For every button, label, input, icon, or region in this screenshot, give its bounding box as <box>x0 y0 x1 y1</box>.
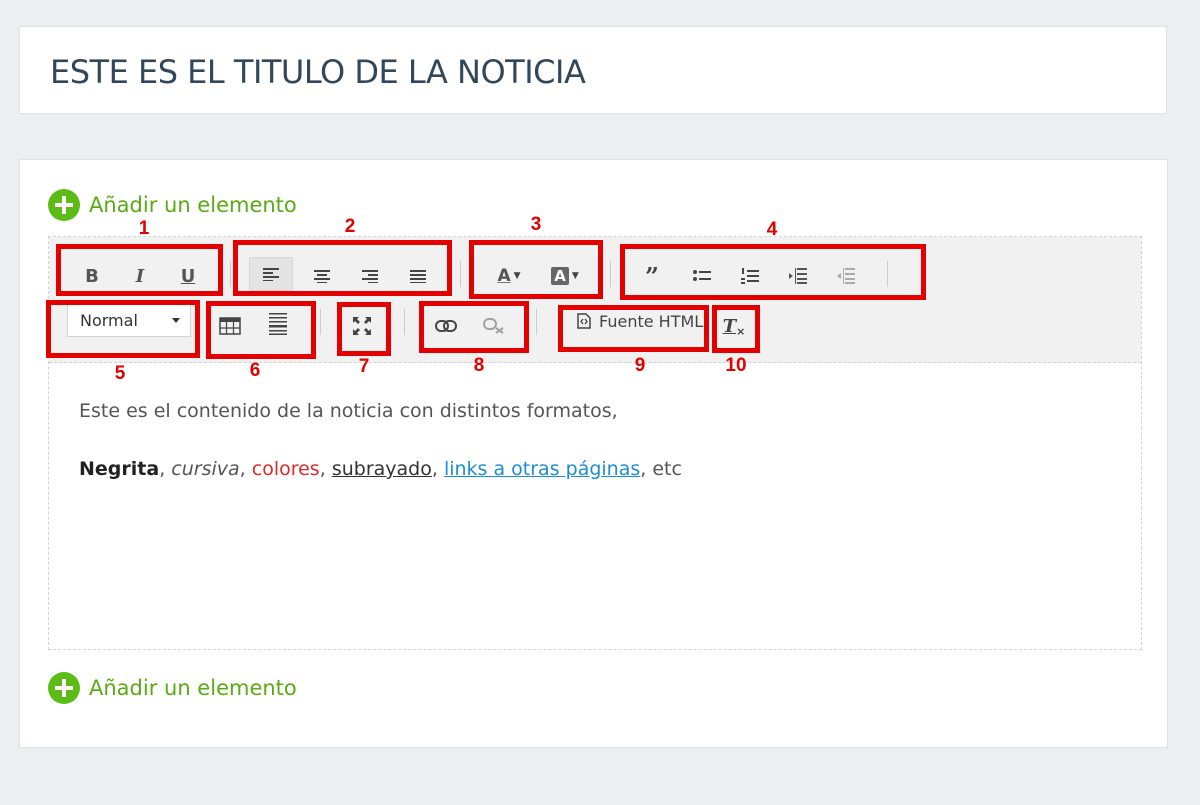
table-icon[interactable] <box>215 311 245 341</box>
annotation-number-2: 2 <box>344 216 356 237</box>
text-separator: , <box>319 458 332 480</box>
chevron-down-icon <box>172 318 180 323</box>
trailing-text: , etc <box>640 458 682 480</box>
annotation-number-5: 5 <box>114 363 126 384</box>
background-color-icon[interactable]: A ▼ <box>545 261 585 291</box>
add-element-label: Añadir un elemento <box>89 193 297 217</box>
bold-text: Negrita <box>79 458 160 480</box>
bold-icon[interactable]: B <box>77 261 107 291</box>
maximize-icon[interactable] <box>347 311 377 341</box>
italic-icon[interactable]: I <box>125 261 155 291</box>
toolbar-separator <box>230 261 231 287</box>
format-select[interactable]: Normal <box>67 303 191 337</box>
rich-text-editor: B I U A ▼ A ▼ ” Normal Fuente HTML T × E… <box>48 236 1142 650</box>
news-title[interactable]: ESTE ES EL TITULO DE LA NOTICIA <box>50 53 586 91</box>
annotation-number-3: 3 <box>530 214 542 235</box>
annotation-number-8: 8 <box>473 355 485 376</box>
plus-icon <box>48 672 80 704</box>
underlined-text: subrayado <box>331 458 432 480</box>
annotation-number-9: 9 <box>634 355 646 376</box>
link-icon[interactable] <box>431 311 461 341</box>
blockquote-icon[interactable]: ” <box>637 261 667 291</box>
italic-text: cursiva <box>171 458 240 480</box>
text-separator: , <box>239 458 252 480</box>
source-html-label: Fuente HTML <box>599 311 704 331</box>
toolbar-separator <box>460 261 461 287</box>
annotation-number-4: 4 <box>766 219 778 240</box>
colored-text: colores <box>251 458 320 480</box>
content-link[interactable]: links a otras páginas <box>444 458 640 480</box>
content-paragraph-2: Negrita, cursiva, colores, subrayado, li… <box>79 455 1119 483</box>
align-justify-icon[interactable] <box>403 261 433 291</box>
source-code-icon <box>577 313 591 329</box>
add-element-button-bottom[interactable]: Añadir un elemento <box>48 672 297 704</box>
content-paragraph-1: Este es el contenido de la noticia con d… <box>79 400 618 422</box>
editor-content[interactable]: Este es el contenido de la noticia con d… <box>79 397 1119 513</box>
numbered-list-icon[interactable] <box>735 261 765 291</box>
remove-format-icon[interactable]: T × <box>719 311 749 341</box>
text-color-icon[interactable]: A ▼ <box>489 261 529 291</box>
annotation-number-6: 6 <box>249 360 261 381</box>
add-element-button-top[interactable]: Añadir un elemento <box>48 189 297 221</box>
toolbar-separator <box>404 309 405 335</box>
text-separator: , <box>159 458 172 480</box>
outdent-icon[interactable] <box>831 261 861 291</box>
annotation-number-10: 10 <box>725 355 747 376</box>
title-card: ESTE ES EL TITULO DE LA NOTICIA <box>19 26 1167 114</box>
toolbar-separator <box>887 261 888 287</box>
align-center-icon[interactable] <box>307 261 337 291</box>
add-element-label: Añadir un elemento <box>89 676 297 700</box>
toolbar-separator <box>610 261 611 287</box>
annotation-number-1: 1 <box>138 218 150 239</box>
annotation-number-7: 7 <box>358 356 370 377</box>
indent-icon[interactable] <box>783 261 813 291</box>
bulleted-list-icon[interactable] <box>687 261 717 291</box>
horizontal-rule-icon[interactable] <box>263 309 293 339</box>
text-separator: , <box>431 458 444 480</box>
source-html-button[interactable]: Fuente HTML <box>567 305 705 337</box>
toolbar-separator <box>536 309 537 335</box>
align-left-icon[interactable] <box>249 257 293 291</box>
format-select-value: Normal <box>80 310 138 330</box>
underline-icon[interactable]: U <box>173 261 203 291</box>
toolbar-separator <box>320 309 321 335</box>
editor-toolbar: B I U A ▼ A ▼ ” Normal Fuente HTML T × <box>49 237 1141 363</box>
align-right-icon[interactable] <box>355 261 385 291</box>
unlink-icon[interactable] <box>479 311 509 341</box>
plus-icon <box>48 189 80 221</box>
